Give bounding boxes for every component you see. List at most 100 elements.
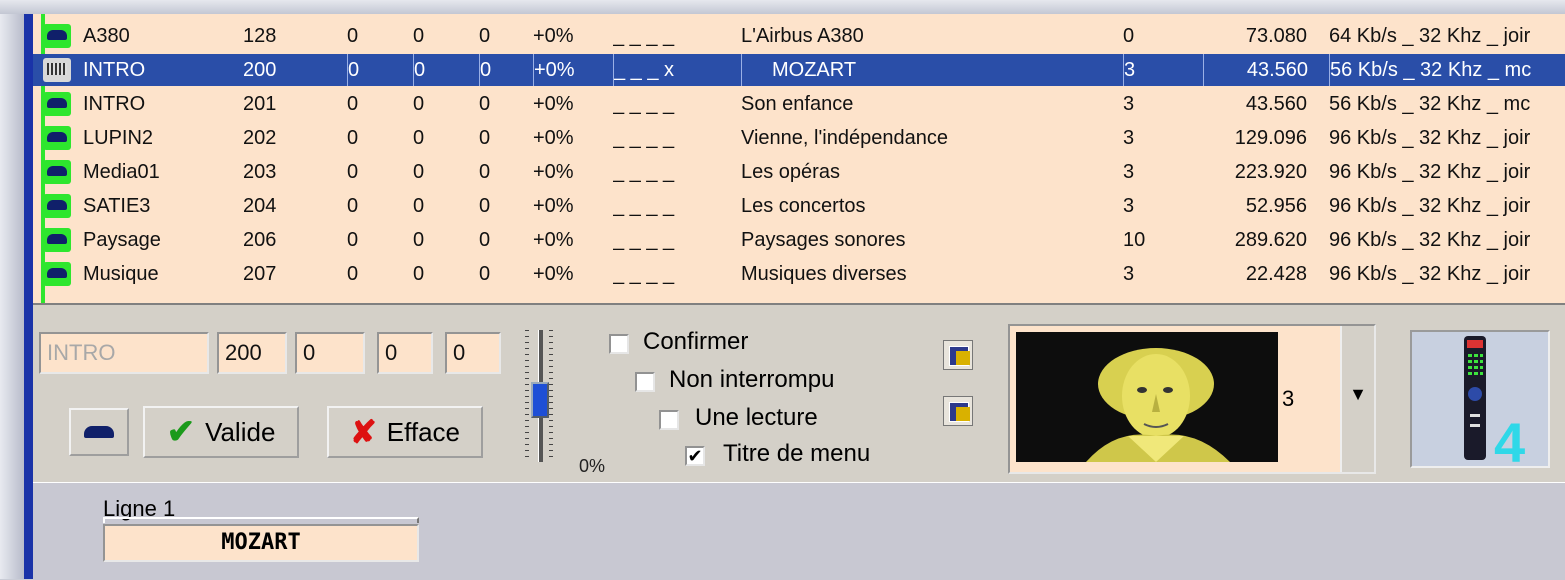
cell-fmt: 96 Kb/s _ 32 Khz _ joir bbox=[1329, 161, 1531, 183]
valide-label: Valide bbox=[205, 416, 276, 447]
list-row[interactable]: Musique 207 0 0 0 +0% _ _ _ _ Musiques diverses… bbox=[33, 258, 1565, 290]
remote-control-box[interactable]: 4 bbox=[1410, 330, 1550, 474]
vehicle-icon-shape bbox=[47, 63, 67, 75]
cell-a: 0 bbox=[347, 229, 359, 251]
remote-digit: 4 bbox=[1494, 411, 1525, 466]
cell-flags: _ _ _ _ bbox=[613, 263, 675, 285]
cell-fmt: 96 Kb/s _ 32 Khz _ joir bbox=[1329, 263, 1531, 285]
list-row[interactable]: INTRO 201 0 0 0 +0% _ _ _ _ Son enfance 3 43.560 5… bbox=[33, 88, 1565, 120]
titre-de-menu-checkbox[interactable]: ✔ bbox=[685, 446, 705, 466]
cell-size: 52.956 bbox=[1245, 195, 1307, 217]
cell-flags: _ _ _ _ bbox=[613, 25, 675, 47]
cell-a: 0 bbox=[347, 93, 359, 115]
list-row[interactable]: Paysage 206 0 0 0 +0% _ _ _ _ Paysages sonores 1… bbox=[33, 224, 1565, 256]
cell-b: 0 bbox=[413, 127, 425, 149]
slider-thumb[interactable] bbox=[531, 382, 549, 418]
cell-c: 0 bbox=[479, 54, 500, 86]
cell-name: Musique bbox=[83, 263, 159, 285]
ligne-text-field[interactable]: MOZART bbox=[103, 524, 419, 562]
cell-pct: +0% bbox=[533, 195, 574, 217]
cell-flags: _ _ _ _ bbox=[613, 161, 675, 183]
cell-pct: +0% bbox=[533, 161, 574, 183]
cell-name: SATIE3 bbox=[83, 195, 151, 217]
une-lecture-checkbox[interactable] bbox=[659, 410, 679, 430]
cell-pct: +0% bbox=[533, 127, 574, 149]
cell-size: 129.096 bbox=[1234, 127, 1307, 149]
slider-ticks-left bbox=[525, 330, 529, 462]
confirmer-checkbox[interactable] bbox=[609, 334, 629, 354]
value3-field[interactable]: 0 bbox=[445, 332, 501, 374]
cell-name: LUPIN2 bbox=[83, 127, 154, 149]
cell-c: 0 bbox=[479, 161, 491, 183]
export-icon-detail bbox=[956, 407, 970, 421]
cell-name: A380 bbox=[83, 25, 130, 47]
cell-cnt: 3 bbox=[1123, 195, 1135, 217]
cell-c: 0 bbox=[479, 229, 491, 251]
cell-title: Paysages sonores bbox=[741, 229, 906, 251]
titre-de-menu-label: Titre de menu bbox=[723, 440, 871, 467]
cell-cnt: 3 bbox=[1123, 54, 1164, 86]
cell-a: 0 bbox=[347, 263, 359, 285]
import-button[interactable] bbox=[943, 340, 973, 370]
list-row[interactable]: LUPIN2 202 0 0 0 +0% _ _ _ _ Vienne, l'indépend… bbox=[33, 122, 1565, 154]
cell-size: 22.428 bbox=[1245, 263, 1307, 285]
list-row[interactable]: A380 128 0 0 0 +0% _ _ _ _ L'Airbus A380 0 73.080… bbox=[33, 20, 1565, 52]
list-row[interactable]: SATIE3 204 0 0 0 +0% _ _ _ _ Les concertos 3 52.9… bbox=[33, 190, 1565, 222]
valide-button[interactable]: ✔ Valide bbox=[143, 406, 299, 458]
non-interrompu-checkbox[interactable] bbox=[635, 372, 655, 392]
cell-cnt: 3 bbox=[1123, 161, 1135, 183]
cell-a: 0 bbox=[347, 25, 359, 47]
value1-field[interactable]: 0 bbox=[295, 332, 365, 374]
cell-title: MOZART bbox=[741, 54, 1061, 86]
cell-title: L'Airbus A380 bbox=[741, 25, 864, 47]
volume-slider[interactable] bbox=[523, 330, 557, 462]
cell-b: 0 bbox=[413, 229, 425, 251]
cell-b: 0 bbox=[413, 54, 434, 86]
cell-c: 0 bbox=[479, 195, 491, 217]
name-field[interactable]: INTRO bbox=[39, 332, 209, 374]
une-lecture-label: Une lecture bbox=[695, 404, 818, 431]
cell-size: 43.560 bbox=[1245, 93, 1307, 115]
vehicle-icon-shape bbox=[47, 234, 67, 244]
vehicle-icon bbox=[43, 24, 71, 48]
cell-name: Media01 bbox=[83, 161, 160, 183]
cell-title: Musiques diverses bbox=[741, 263, 907, 285]
image-combo-dropdown-button[interactable]: ▼ bbox=[1340, 326, 1374, 472]
list-row[interactable]: INTRO 200 0 0 0 +0% _ _ _ x MOZART 3 43.560 56 Kb/… bbox=[33, 54, 1565, 86]
cell-pct: +0% bbox=[533, 25, 574, 47]
vehicle-icon bbox=[43, 126, 71, 150]
remote-control-icon: 4 bbox=[1464, 336, 1525, 474]
value2-field[interactable]: 0 bbox=[377, 332, 433, 374]
cell-flags: _ _ _ _ bbox=[613, 229, 675, 251]
cell-num: 200 bbox=[243, 59, 277, 81]
cell-title: Vienne, l'indépendance bbox=[741, 127, 948, 149]
vehicle-icon-shape bbox=[47, 30, 67, 40]
number-field[interactable]: 200 bbox=[217, 332, 287, 374]
cell-c: 0 bbox=[479, 25, 491, 47]
image-combo-value: 3 bbox=[1282, 386, 1295, 411]
export-button[interactable] bbox=[943, 396, 973, 426]
cell-title: Son enfance bbox=[741, 93, 854, 115]
confirmer-label: Confirmer bbox=[643, 328, 749, 355]
cell-fmt: 64 Kb/s _ 32 Khz _ joir bbox=[1329, 25, 1531, 47]
vehicle-icon-shape bbox=[47, 166, 67, 176]
vehicle-icon bbox=[43, 92, 71, 116]
efface-button[interactable]: ✘ Efface bbox=[327, 406, 483, 458]
image-combobox[interactable]: 3 ▼ bbox=[1008, 324, 1376, 474]
cell-fmt: 96 Kb/s _ 32 Khz _ joir bbox=[1329, 195, 1531, 217]
sound-list: A380 128 0 0 0 +0% _ _ _ _ L'Airbus A380 0 73.080… bbox=[33, 14, 1565, 305]
window-top-backdrop bbox=[0, 0, 1565, 14]
vehicle-icon-shape bbox=[47, 200, 67, 210]
cell-c: 0 bbox=[479, 127, 491, 149]
vehicle-icon bbox=[43, 58, 71, 82]
cell-num: 206 bbox=[243, 229, 277, 251]
cell-c: 0 bbox=[479, 93, 491, 115]
vehicle-button[interactable] bbox=[69, 408, 129, 456]
cell-fmt: 56 Kb/s _ 32 Khz _ mc bbox=[1329, 93, 1531, 115]
vehicle-icon bbox=[84, 426, 114, 438]
efface-label: Efface bbox=[386, 416, 461, 447]
non-interrompu-label: Non interrompu bbox=[669, 366, 835, 393]
list-row[interactable]: Media01 203 0 0 0 +0% _ _ _ _ Les opéras 3 223.92… bbox=[33, 156, 1565, 188]
cell-size: 73.080 bbox=[1245, 25, 1307, 47]
slider-percent-label: 0% bbox=[579, 456, 606, 476]
